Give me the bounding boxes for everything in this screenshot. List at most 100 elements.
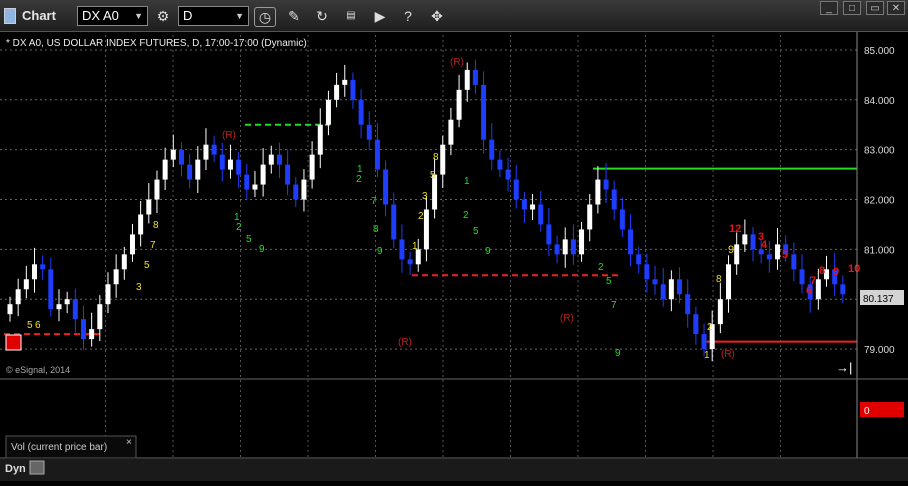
play-icon[interactable]: ▶	[370, 7, 390, 25]
maximize-button[interactable]: □	[843, 1, 861, 15]
candle-body	[775, 244, 781, 260]
candle-body	[554, 244, 560, 255]
candle-body	[530, 204, 536, 210]
minimize-button[interactable]: _	[820, 1, 838, 15]
candle-body	[628, 229, 634, 255]
candle-body	[636, 254, 642, 265]
price-chart[interactable]: (R)(R)(R)(R)(R)12345678 9 1098753123582185…	[0, 32, 908, 481]
symbol-input[interactable]: DX A0 ▼	[77, 6, 148, 26]
candle-body	[472, 69, 478, 85]
restore-button[interactable]: ▭	[866, 1, 884, 15]
candle-body	[80, 319, 86, 340]
y-tick-label: 79.000	[864, 345, 895, 356]
current-price-label: 80.137	[863, 294, 894, 305]
candle-body	[325, 99, 331, 125]
candle-body	[521, 199, 527, 210]
symbol-settings-icon[interactable]: ⚙	[153, 7, 173, 25]
setup-count: 2	[463, 210, 469, 221]
symbol-value: DX A0	[82, 8, 119, 23]
refresh-icon[interactable]: ↻	[312, 7, 332, 25]
candle-body	[603, 179, 609, 190]
scale-button[interactable]	[29, 460, 45, 475]
draw-tools-icon[interactable]: ✥	[427, 7, 447, 25]
candle-body	[260, 164, 266, 185]
candle-body	[750, 234, 756, 250]
setup-count: 2	[418, 211, 424, 222]
countdown-label: 9	[833, 266, 839, 278]
chart-type-icon[interactable]: ▤	[341, 7, 361, 25]
candle-body	[170, 149, 176, 160]
candle-body	[7, 304, 13, 315]
reversal-label: (R)	[560, 313, 574, 324]
countdown-label: 5	[782, 249, 788, 261]
clock-icon[interactable]: ◷	[254, 7, 276, 27]
setup-count: 5	[430, 170, 436, 181]
candle-body	[317, 124, 323, 155]
candle-body	[195, 159, 201, 180]
candle-body	[407, 259, 413, 265]
setup-count: 2	[598, 262, 604, 273]
countdown-label: 8	[819, 265, 825, 277]
setup-count: 5	[473, 226, 479, 237]
candle-body	[619, 209, 625, 230]
candle-body	[766, 254, 772, 260]
close-icon[interactable]: ×	[126, 437, 132, 448]
setup-count: 1	[412, 241, 418, 252]
candle-body	[717, 299, 723, 325]
countdown-label: 7	[810, 275, 816, 287]
reversal-label: (R)	[398, 337, 412, 348]
pencil-icon[interactable]: ✎	[284, 7, 304, 25]
setup-count: 7	[371, 196, 377, 207]
candle-body	[374, 139, 380, 170]
candle-body	[48, 269, 54, 310]
candle-body	[293, 184, 299, 200]
setup-count: 8	[153, 220, 159, 231]
candle-body	[23, 279, 29, 290]
dyn-mode[interactable]: Dyn	[5, 463, 26, 475]
watermark: © eSignal, 2014	[6, 365, 70, 375]
scroll-end-icon[interactable]: →|	[836, 360, 852, 375]
candle-body	[252, 184, 258, 190]
chevron-down-icon[interactable]: ▼	[235, 7, 244, 25]
setup-count: 8	[433, 152, 439, 163]
candle-body	[464, 69, 470, 90]
candle-body	[31, 264, 37, 280]
candle-body	[138, 214, 144, 235]
chart-title: * DX A0, US DOLLAR INDEX FUTURES, D, 17:…	[6, 38, 307, 49]
interval-value: D	[183, 8, 193, 23]
setup-count: 9	[615, 348, 621, 359]
candle-body	[423, 209, 429, 250]
chevron-down-icon[interactable]: ▼	[134, 7, 143, 25]
candle-body	[570, 239, 576, 255]
candle-body	[146, 199, 152, 215]
help-icon[interactable]: ?	[398, 7, 418, 25]
candle-body	[97, 304, 103, 330]
candle-body	[187, 164, 193, 180]
candle-body	[505, 169, 511, 180]
title-bar: Chart DX A0 ▼ ⚙ D ▼ ◷ ✎ ↻ ▤ ▶ ? ✥ _ □ ▭ …	[0, 0, 908, 32]
candle-body	[72, 299, 78, 320]
candle-body	[815, 279, 821, 300]
candle-body	[244, 174, 250, 190]
candle-body	[105, 284, 111, 305]
candle-body	[40, 264, 46, 270]
candle-body	[276, 154, 282, 165]
candle-body	[366, 124, 372, 140]
candle-body	[399, 239, 405, 260]
setup-count: 3	[422, 191, 428, 202]
entry-marker	[5, 334, 22, 351]
close-button[interactable]: ✕	[887, 1, 905, 15]
candle-body	[513, 179, 519, 200]
setup-count: 5	[144, 260, 150, 271]
candle-body	[840, 284, 846, 295]
candle-body	[342, 79, 348, 85]
interval-select[interactable]: D ▼	[178, 6, 249, 26]
candle-body	[742, 234, 748, 245]
candle-body	[497, 159, 503, 170]
candle-body	[334, 84, 340, 100]
countdown-label: 4	[761, 239, 768, 251]
setup-count: 2	[356, 174, 362, 185]
candle-body	[799, 269, 805, 285]
candle-body	[481, 84, 487, 140]
candle-body	[89, 329, 95, 340]
